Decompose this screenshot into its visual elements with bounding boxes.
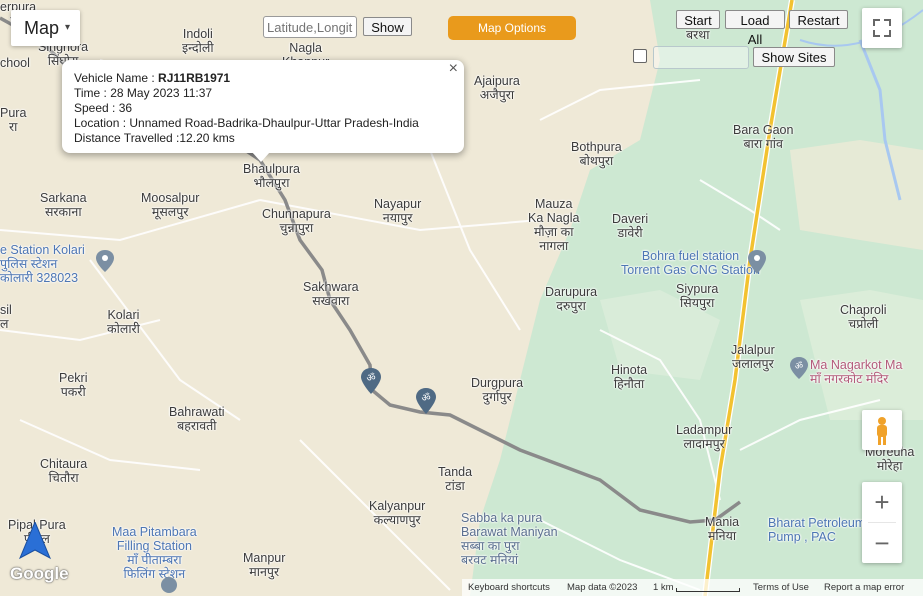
place-label: Jalalpur जलालपुर: [731, 343, 775, 371]
show-sites-checkbox[interactable]: [633, 49, 647, 63]
vehicle-location: Location : Unnamed Road-Badrika-Dhaulpur…: [74, 116, 419, 130]
place-label: Ajaipura अजैपुरा: [474, 74, 520, 102]
vehicle-distance: Distance Travelled :12.20 kms: [74, 131, 235, 145]
place-label: Chunnapura चुन्नापुरा: [262, 207, 331, 235]
poi-label[interactable]: Ma Nagarkot Ma माँ नगरकोट मंदिर: [810, 358, 902, 386]
place-label: Pura रा: [0, 106, 27, 134]
place-label: Chaproli चप्रोली: [840, 303, 887, 331]
place-label: Siypura सियपुरा: [676, 282, 719, 310]
scale-bar: [676, 588, 740, 592]
place-label: Manpur मानपुर: [243, 551, 286, 579]
scale-label[interactable]: 1 km: [653, 579, 674, 596]
zoom-control: + −: [862, 482, 902, 563]
close-icon[interactable]: ×: [449, 60, 458, 78]
google-logo: Google: [10, 564, 69, 583]
fullscreen-button[interactable]: [862, 8, 902, 48]
attribution-bar: Keyboard shortcuts Map data ©2023 1 km T…: [462, 579, 923, 596]
temple-pin-icon[interactable]: ॐ: [361, 368, 381, 394]
fullscreen-icon: [873, 19, 891, 37]
place-label: Bhaulpura भौलपुरा: [243, 162, 300, 190]
map-data-text: Map data ©2023: [567, 582, 638, 593]
place-label: Chitaura चितौरा: [40, 457, 88, 485]
vehicle-info-window: Vehicle Name : RJ11RB1971 Time : 28 May …: [62, 60, 464, 162]
load-all-button[interactable]: Load All: [725, 10, 785, 47]
vehicle-name-label: Vehicle Name :: [74, 71, 159, 85]
map-type-label: Map: [24, 18, 60, 38]
keyboard-shortcuts-link[interactable]: Keyboard shortcuts: [468, 579, 550, 596]
temple-pin-icon[interactable]: ॐ: [790, 357, 808, 379]
place-label: Tanda टांडा: [438, 465, 473, 493]
start-button[interactable]: Start: [676, 10, 720, 29]
map-type-button[interactable]: Map ▾: [11, 10, 80, 46]
place-label: Mania मनिया: [705, 515, 740, 543]
sites-input[interactable]: [653, 46, 749, 69]
vehicle-speed: Speed : 36: [74, 101, 133, 115]
chevron-down-icon: ▾: [65, 22, 71, 33]
poi-label[interactable]: e Station Kolari पुलिस स्टेशन कोलारी 3280…: [0, 243, 85, 285]
place-label: Hinota हिनौता: [611, 363, 648, 391]
terms-link[interactable]: Terms of Use: [753, 579, 809, 596]
place-label: Bahrawati बहरावती: [169, 405, 225, 433]
poi-label[interactable]: Bohra fuel station Torrent Gas CNG Stati…: [621, 249, 760, 277]
temple-pin-icon[interactable]: ॐ: [416, 388, 436, 414]
zoom-out-button[interactable]: −: [862, 523, 902, 563]
place-label: Indoli इन्दोली: [182, 27, 214, 55]
place-label: chool: [0, 56, 30, 70]
map-canvas[interactable]: erpuraर्पुरा Singhoraसिंघोरा Indoliइन्दो…: [0, 0, 923, 596]
police-pin-icon[interactable]: [96, 250, 114, 272]
svg-text:ॐ: ॐ: [421, 392, 430, 404]
place-label: sil ल: [0, 303, 12, 331]
vehicle-name-value: RJ11RB1971: [158, 71, 231, 85]
place-label: Daveri डावेरी: [612, 212, 649, 240]
restart-button[interactable]: Restart: [789, 10, 848, 29]
place-label: Pekri पकरी: [59, 371, 88, 399]
report-error-link[interactable]: Report a map error: [824, 579, 904, 596]
latlong-input[interactable]: [263, 16, 357, 38]
vehicle-arrow-icon[interactable]: [18, 522, 52, 562]
place-label: Mauza Ka Nagla मौज़ा का नागला: [528, 197, 580, 253]
pegman-icon: [877, 417, 887, 445]
map-options-button[interactable]: Map Options: [448, 16, 576, 40]
place-label: Bara Gaon बारा गांव: [733, 123, 794, 151]
fuel-pin-icon[interactable]: [160, 576, 178, 596]
show-button[interactable]: Show: [363, 17, 412, 36]
place-label: Sabba ka pura Barawat Maniyan सब्बा का पु…: [461, 511, 558, 567]
place-label: Bothpura बोथपुरा: [571, 140, 622, 168]
svg-text:ॐ: ॐ: [366, 372, 375, 384]
svg-text:ॐ: ॐ: [795, 361, 803, 372]
place-label: Nayapur नयापुर: [374, 197, 422, 225]
vehicle-time: Time : 28 May 2023 11:37: [74, 86, 213, 100]
place-label: बरथा: [686, 28, 710, 42]
show-sites-button[interactable]: Show Sites: [753, 47, 835, 67]
place-label: Durgpura दुर्गापुर: [471, 376, 524, 404]
place-label: Sakhwara सखवारा: [303, 280, 359, 308]
place-label: Ladampur लादामपुर: [676, 423, 733, 451]
zoom-in-button[interactable]: +: [862, 482, 902, 522]
place-label: Darupura दरुपुरा: [545, 285, 598, 313]
place-label: Kalyanpur कल्याणपुर: [369, 499, 426, 527]
place-label: Kolari कोलारी: [107, 308, 140, 336]
street-view-pegman[interactable]: [862, 410, 902, 450]
place-label: Sarkana सरकाना: [40, 191, 87, 219]
place-label: Moosalpur मूसलपुर: [141, 191, 200, 219]
gas-station-pin-icon[interactable]: [748, 250, 766, 274]
poi-label[interactable]: Bharat Petroleum Pump , PAC: [768, 516, 865, 544]
poi-label[interactable]: Maa Pitambara Filling Station माँ पीताम्ब…: [112, 525, 197, 581]
